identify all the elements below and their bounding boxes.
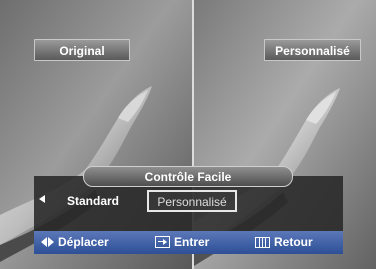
hint-enter: Entrer [155, 235, 209, 249]
hint-move: Déplacer [41, 235, 109, 249]
original-label: Original [34, 39, 130, 61]
return-icon [255, 236, 270, 248]
mode-selector-row: Standard Personnalisé [34, 188, 343, 216]
easy-control-menu: Contrôle Facile Standard Personnalisé Dé… [34, 166, 343, 254]
custom-label: Personnalisé [264, 39, 361, 61]
option-custom-selected[interactable]: Personnalisé [147, 190, 237, 212]
return-label: Retour [274, 235, 313, 249]
enter-icon [155, 236, 170, 248]
menu-title: Contrôle Facile [83, 166, 293, 187]
tv-screen: Original Personnalisé Contrôle Facile St [0, 0, 376, 269]
enter-label: Entrer [174, 235, 210, 249]
left-arrow-icon[interactable] [39, 195, 45, 203]
left-right-arrows-icon [41, 237, 54, 247]
move-label: Déplacer [58, 235, 109, 249]
navigation-hints-bar: Déplacer Entrer Retour [34, 231, 343, 254]
hint-return: Retour [255, 235, 313, 249]
option-standard[interactable]: Standard [67, 194, 119, 208]
